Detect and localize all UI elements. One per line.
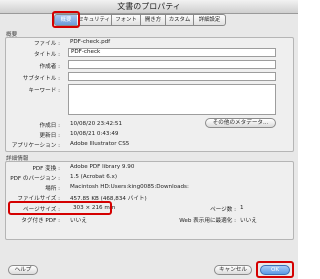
tagged-pdf-value: いいえ [70, 218, 87, 224]
tab-fonts[interactable]: フォント [112, 14, 141, 26]
tab-security[interactable]: セキュリティ [77, 14, 112, 26]
modified-label: 更新日 : [39, 133, 60, 139]
tab-initial-view[interactable]: 開き方 [141, 14, 166, 26]
application-value: Adobe Illustrator CS5 [70, 141, 130, 147]
cancel-button[interactable]: キャンセル [214, 265, 252, 275]
ok-highlight-box [256, 261, 294, 278]
document-properties-window: 文書のプロパティ 概要 セキュリティ フォント 開き方 カスタム 詳細設定 概要… [0, 0, 298, 279]
author-label: 作成者 : [39, 64, 60, 70]
location-label: 場所 : [45, 186, 60, 192]
producer-label: PDF 変換 : [32, 166, 60, 172]
title-field[interactable]: PDF-check [68, 48, 276, 57]
producer-value: Adobe PDF library 9.90 [70, 164, 135, 170]
file-label: ファイル : [33, 41, 60, 47]
author-field[interactable] [68, 60, 276, 69]
help-button[interactable]: ヘルプ [8, 265, 38, 275]
fast-web-value: いいえ [240, 218, 257, 224]
pdf-version-value: 1.5 (Acrobat 6.x) [70, 174, 118, 180]
tab-custom[interactable]: カスタム [166, 14, 194, 26]
keywords-label: キーワード : [28, 88, 60, 94]
page-count-label: ページ数 : [210, 207, 236, 213]
location-value: Macintosh HD:Users:king0085:Downloads: [70, 184, 189, 190]
keywords-field[interactable] [68, 84, 276, 115]
fast-web-label: Web 表示用に最適化 : [179, 218, 236, 224]
created-value: 10/08/20 23:42:51 [70, 121, 123, 127]
subtitle-label: サブタイトル : [22, 76, 60, 82]
modified-value: 10/08/21 0:43:49 [70, 131, 119, 137]
title-label: タイトル : [33, 52, 60, 58]
window-title: 文書のプロパティ [117, 2, 181, 11]
created-label: 作成日 : [39, 123, 60, 129]
tab-bar: 概要 セキュリティ フォント 開き方 カスタム 詳細設定 [0, 14, 298, 26]
tagged-pdf-label: タグ付き PDF : [21, 218, 60, 224]
file-value: PDF-check.pdf [70, 39, 111, 45]
title-bar: 文書のプロパティ [0, 0, 298, 14]
page-size-highlight-box [8, 201, 112, 215]
tab-advanced[interactable]: 詳細設定 [194, 14, 226, 26]
tab-highlight-box [52, 11, 80, 28]
pdf-version-label: PDF のバージョン : [10, 176, 60, 182]
subtitle-field[interactable] [68, 72, 276, 81]
more-metadata-button[interactable]: その他のメタデータ... [205, 118, 276, 128]
application-label: アプリケーション : [11, 143, 60, 149]
page-count-value: 1 [240, 205, 244, 211]
